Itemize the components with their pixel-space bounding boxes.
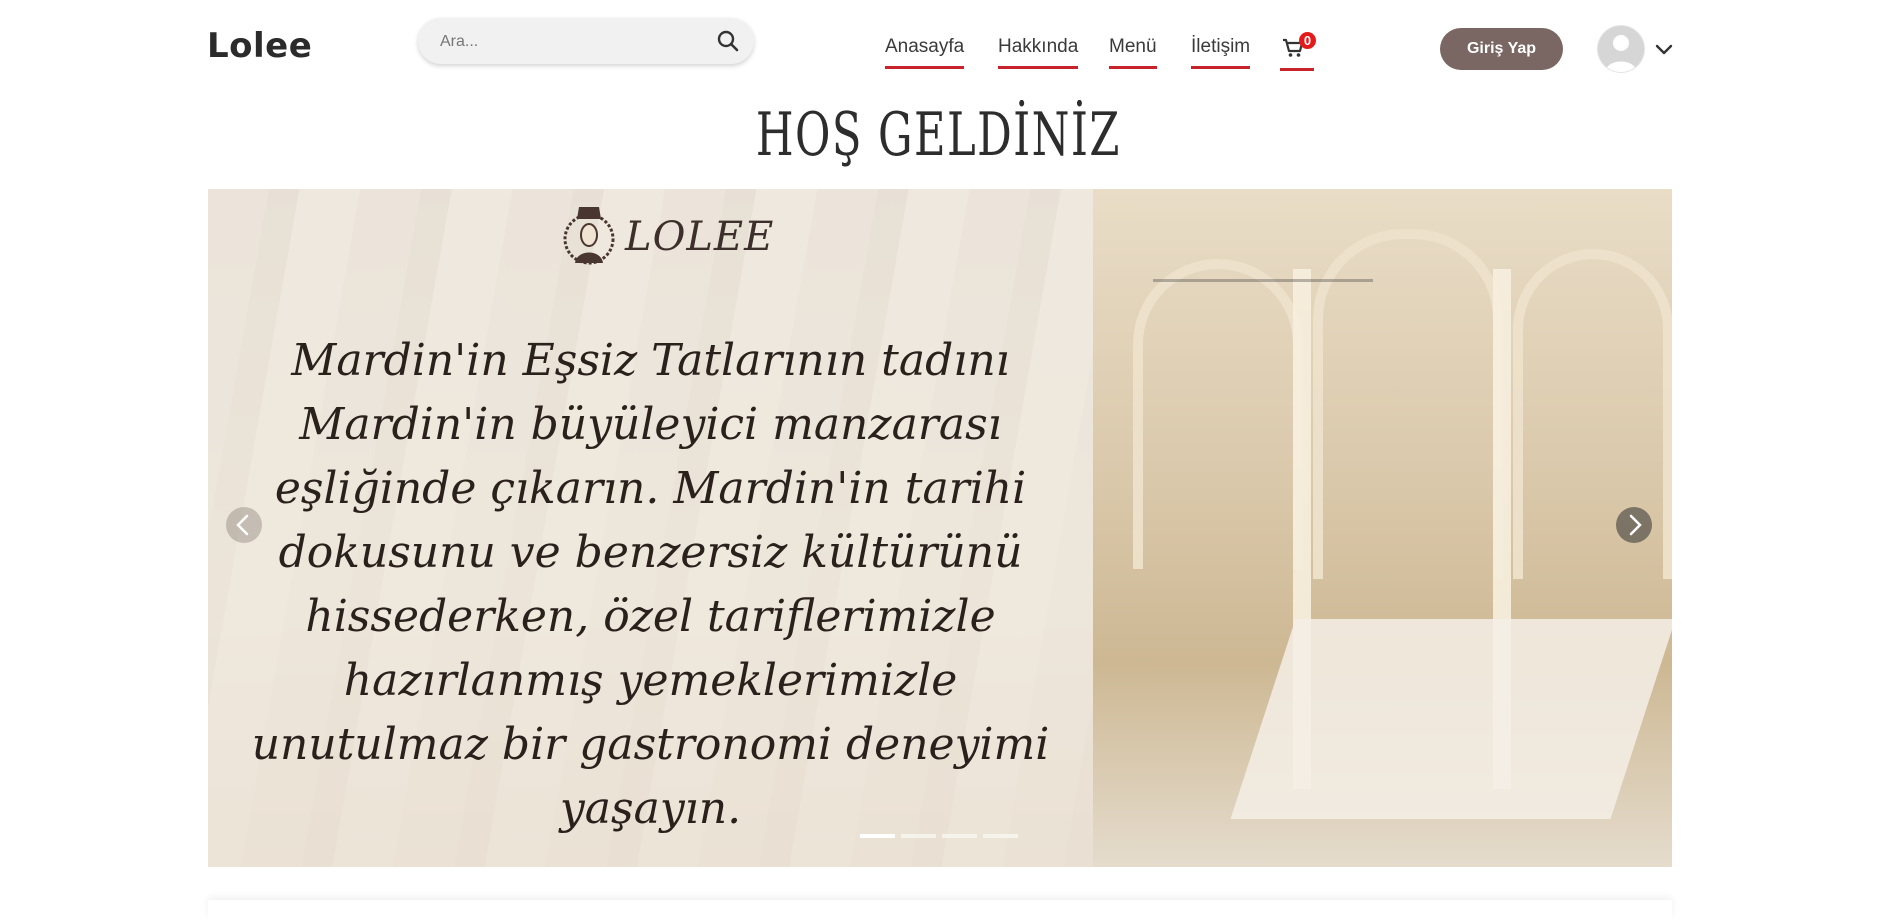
slider-indicator[interactable] xyxy=(860,834,895,838)
search-bar xyxy=(418,18,754,64)
queen-portrait-icon xyxy=(563,207,615,265)
nav-about[interactable]: Hakkında xyxy=(998,36,1079,69)
nav-menu[interactable]: Menü xyxy=(1109,36,1157,69)
slider-indicator[interactable] xyxy=(942,834,977,838)
slider-next-button[interactable] xyxy=(1616,507,1652,543)
site-logo[interactable]: Lolee xyxy=(207,26,312,66)
slide-caption: Mardin'in Eşsiz Tatlarının tadını Mardin… xyxy=(251,335,1050,834)
chevron-right-icon xyxy=(1629,514,1642,536)
nav-contact[interactable]: İletişim xyxy=(1191,36,1251,69)
search-icon[interactable] xyxy=(716,29,740,53)
cart-button[interactable]: 0 xyxy=(1280,30,1316,71)
chevron-down-icon[interactable] xyxy=(1654,40,1674,60)
slider-indicators xyxy=(860,834,1018,838)
avatar[interactable] xyxy=(1598,26,1644,72)
slider-prev-button[interactable] xyxy=(226,507,262,543)
login-button[interactable]: Giriş Yap xyxy=(1440,28,1563,70)
search-input[interactable] xyxy=(438,29,692,55)
nav-home[interactable]: Anasayfa xyxy=(885,36,965,69)
content-card xyxy=(208,900,1672,920)
slider-indicator[interactable] xyxy=(901,834,936,838)
slider-indicator[interactable] xyxy=(983,834,1018,838)
user-avatar-icon xyxy=(1598,26,1644,72)
restaurant-interior-image xyxy=(1093,189,1672,867)
cart-count-badge: 0 xyxy=(1299,32,1316,49)
chevron-left-icon xyxy=(236,514,249,536)
hero-slider: LOLEE Mardin'in Eşsiz Tatlarının tadını … xyxy=(208,189,1672,867)
brand-wordmark: LOLEE xyxy=(625,214,775,260)
brand-logo: LOLEE xyxy=(563,197,774,277)
page-title: HOŞ GELDİNİZ xyxy=(755,100,1121,170)
